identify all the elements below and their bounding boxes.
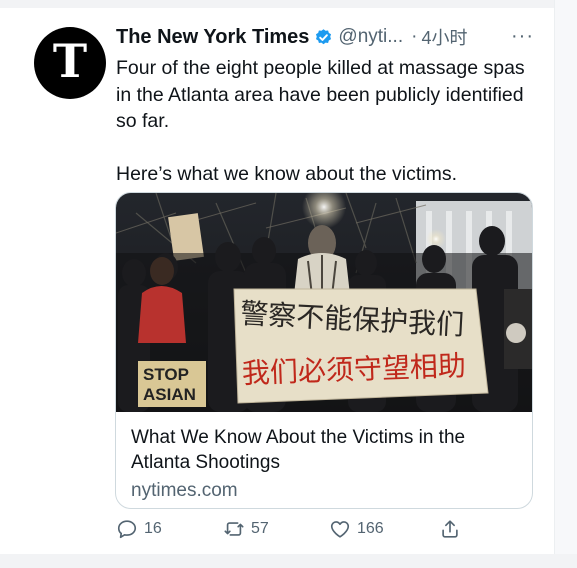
meta-separator: · xyxy=(411,26,418,47)
tweet-header: The New York Times @nyti... · 4小时 ··· xyxy=(116,25,534,49)
verified-badge-icon xyxy=(316,28,332,44)
article-photo: 警察不能保护我们 我们必须守望相助 STOP ASIAN xyxy=(116,193,532,412)
tweet[interactable]: T The New York Times @nyti... · 4小时 ··· … xyxy=(0,8,555,554)
share-button[interactable] xyxy=(439,518,461,540)
tweet-text: Four of the eight people killed at massa… xyxy=(116,55,526,187)
link-card-body: What We Know About the Victims in the At… xyxy=(131,425,521,502)
tweet-text-paragraph: Here’s what we know about the victims. xyxy=(116,162,458,185)
author-handle[interactable]: @nyti... xyxy=(338,26,403,48)
link-card[interactable]: 警察不能保护我们 我们必须守望相助 STOP ASIAN What We Kno… xyxy=(115,192,533,509)
avatar-logo: T xyxy=(52,34,88,88)
share-icon xyxy=(442,520,458,538)
window-bottom-edge xyxy=(0,554,577,568)
like-icon xyxy=(330,521,350,538)
like-button[interactable]: 166 xyxy=(329,518,384,540)
reply-button[interactable]: 16 xyxy=(116,518,162,540)
tweet-text-paragraph: Four of the eight people killed at massa… xyxy=(116,57,525,132)
retweet-icon xyxy=(224,522,244,536)
sign-text-line1: STOP xyxy=(143,365,189,384)
author-name[interactable]: The New York Times xyxy=(116,26,309,49)
right-scroll-gutter xyxy=(554,0,577,568)
link-card-title[interactable]: What We Know About the Victims in the At… xyxy=(131,425,521,475)
link-card-domain: nytimes.com xyxy=(131,480,238,501)
reply-icon xyxy=(117,520,137,539)
retweet-button[interactable]: 57 xyxy=(223,518,269,540)
reply-count: 16 xyxy=(144,520,162,537)
window-top-edge xyxy=(0,0,577,8)
tweet-timestamp[interactable]: 4小时 xyxy=(421,24,467,50)
retweet-count: 57 xyxy=(251,520,269,537)
more-options-button[interactable]: ··· xyxy=(511,25,534,48)
sign-text-line2: ASIAN xyxy=(143,385,196,404)
like-count: 166 xyxy=(357,520,384,537)
tweet-actions: 16 57 166 xyxy=(116,518,466,546)
avatar[interactable]: T xyxy=(34,27,106,99)
